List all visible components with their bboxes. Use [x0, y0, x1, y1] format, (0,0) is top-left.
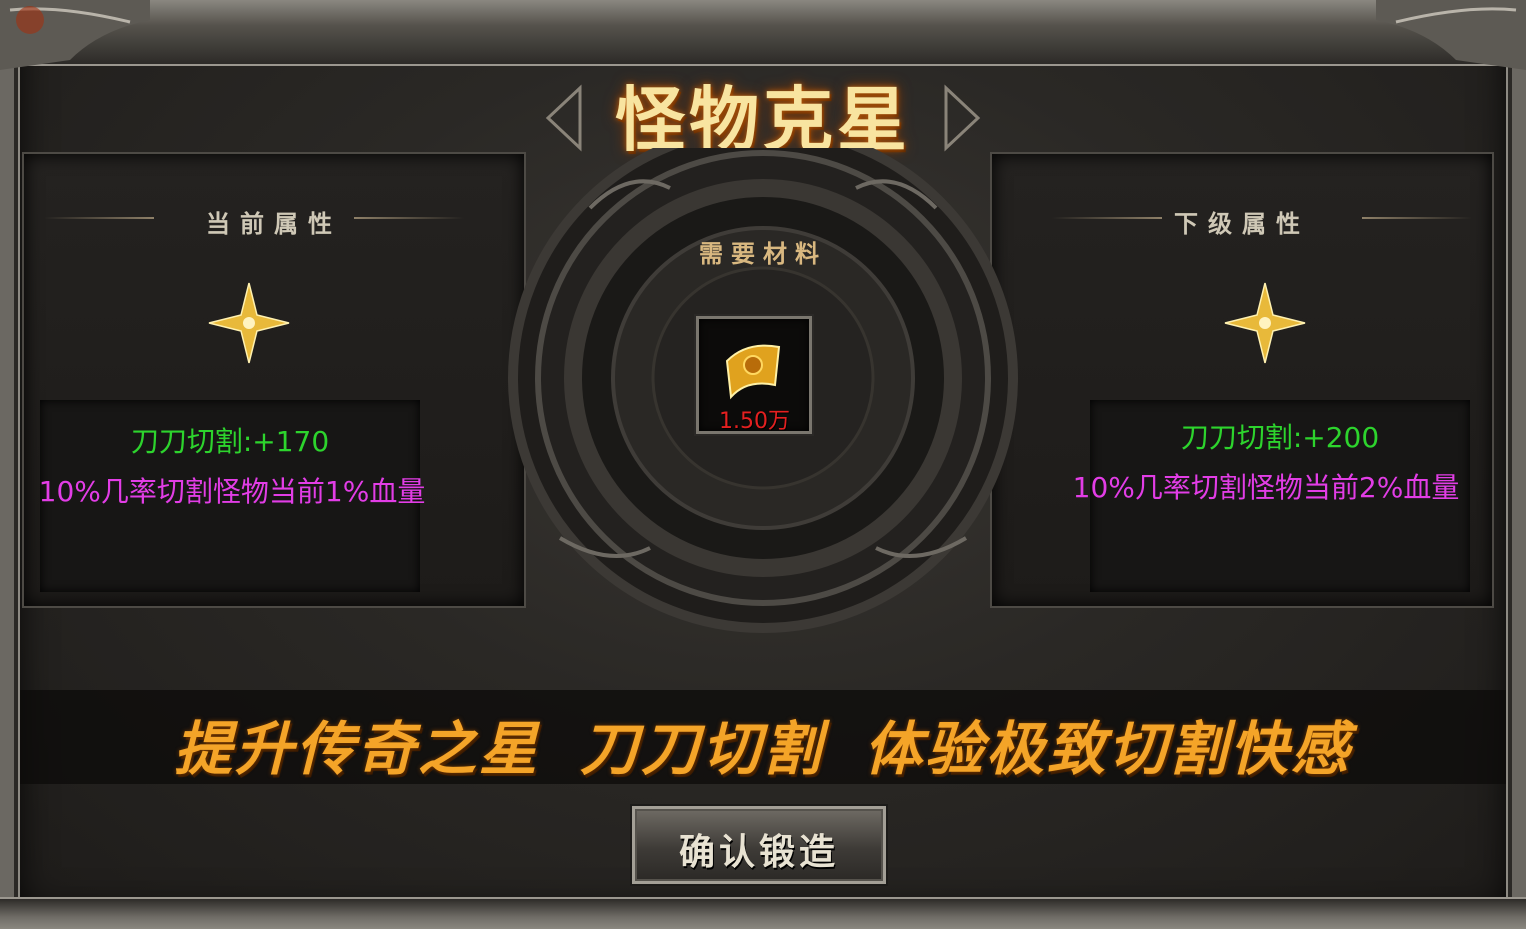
frame-top-border [0, 0, 1526, 66]
next-attributes-heading: 下级属性 [1174, 209, 1310, 238]
dragon-ornament-icon [1376, 0, 1526, 70]
confirm-forge-label: 确认锻造 [678, 831, 839, 873]
materials-heading: 需要材料 [699, 239, 827, 268]
slogan-text: 提升传奇之星 刀刀切割 体验极致切割快感 [20, 702, 1506, 786]
gold-scroll-icon [725, 344, 781, 400]
slogan-part-2: 刀刀切割 [579, 715, 824, 783]
current-attributes-heading: 当前属性 [206, 209, 342, 238]
dragon-ornament-icon [0, 0, 150, 70]
current-stat-value: 刀刀切割:+170 [130, 425, 330, 458]
material-quantity: 1.50万 [719, 409, 790, 434]
slogan-part-1: 提升传奇之星 [173, 715, 540, 783]
title-plaque: 怪物克星 [540, 58, 986, 161]
slogan-part-3: 体验极致切割快感 [864, 715, 1353, 783]
next-attributes-panel: 下级属性 刀刀切割:+200 10%几率切割怪物当前2%血量 [990, 152, 1494, 608]
current-stat-effect: 10%几率切割怪物当前1%血量 [38, 475, 426, 508]
star-icon [1224, 282, 1306, 364]
slogan-banner: 提升传奇之星 刀刀切割 体验极致切割快感 [20, 690, 1506, 784]
confirm-forge-button[interactable]: 确认锻造 [632, 806, 886, 884]
frame-bottom-border [0, 897, 1526, 929]
current-attributes-panel: 当前属性 刀刀切割:+170 10%几率切割怪物当前1%血量 [22, 152, 526, 608]
next-stat-effect: 10%几率切割怪物当前2%血量 [1072, 471, 1460, 504]
next-stat-value: 刀刀切割:+200 [1180, 421, 1380, 454]
star-icon [208, 282, 290, 364]
material-item-slot[interactable]: 1.50万 [696, 316, 812, 434]
